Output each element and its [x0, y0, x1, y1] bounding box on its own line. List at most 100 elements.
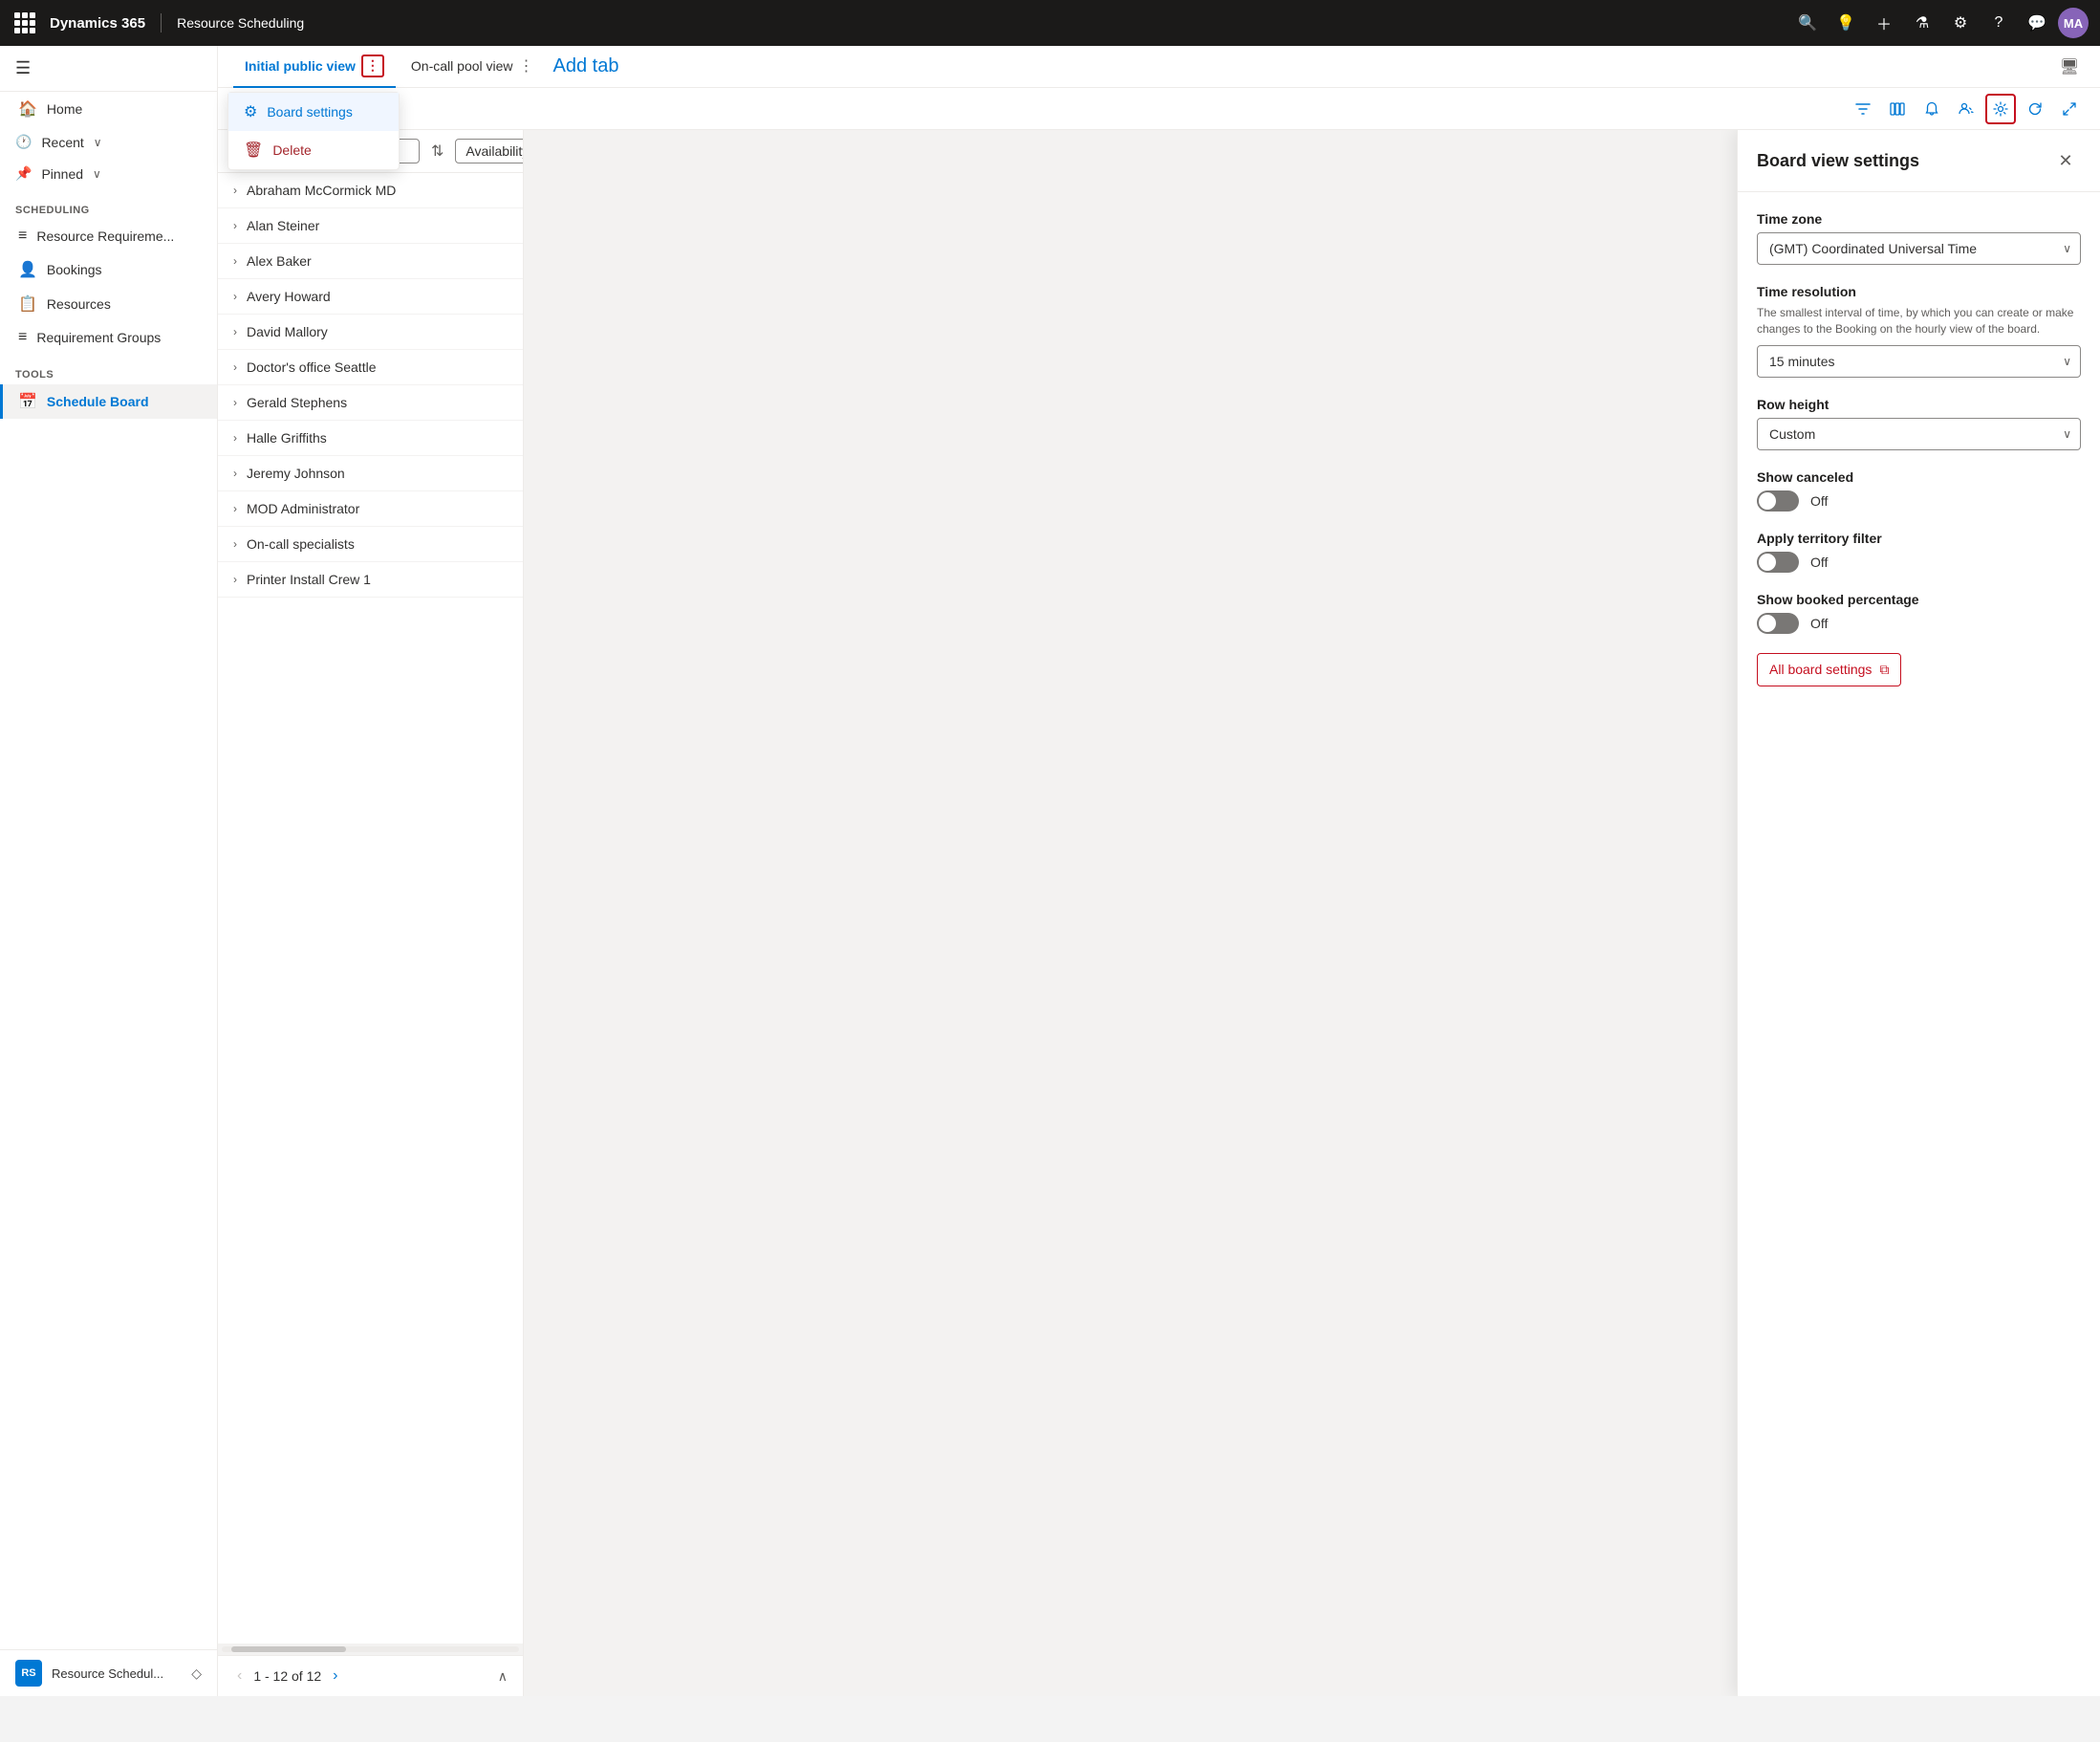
sidebar-top: ☰ [0, 46, 217, 92]
pagination-next-btn[interactable]: › [329, 1664, 341, 1688]
resource-item[interactable]: › Alan Steiner [218, 208, 523, 244]
time-resolution-select-wrapper: 5 minutes 10 minutes 15 minutes 30 minut… [1757, 345, 2081, 378]
sort-icon-btn[interactable]: ⇅ [427, 138, 447, 164]
tab-initial-public-view-label: Initial public view [245, 58, 356, 74]
tab-initial-public-view-more[interactable]: ⋮ [361, 54, 384, 77]
sidebar-item-requirement-groups[interactable]: ≡ Requirement Groups [0, 321, 217, 354]
pinned-chevron: ∨ [93, 167, 101, 181]
booked-percentage-toggle[interactable] [1757, 613, 1799, 634]
panel-close-btn[interactable]: ✕ [2050, 145, 2081, 176]
tell-me-icon-btn[interactable]: 💡 [1829, 6, 1863, 40]
schedule-board-icon: 📅 [18, 392, 37, 411]
show-canceled-toggle-label: Off [1810, 493, 1828, 509]
refresh-icon-btn[interactable] [2020, 94, 2050, 124]
territory-filter-toggle[interactable] [1757, 552, 1799, 573]
territory-filter-toggle-label: Off [1810, 555, 1828, 570]
tab-bar: Initial public view ⋮ On-call pool view … [218, 46, 2100, 88]
sidebar-footer-label: Resource Schedul... [52, 1666, 163, 1681]
resource-item[interactable]: › Jeremy Johnson [218, 456, 523, 491]
all-board-settings-button[interactable]: All board settings ⧉ [1757, 653, 1901, 686]
feedback-icon-btn[interactable]: 💬 [2020, 6, 2054, 40]
resource-item[interactable]: › Abraham McCormick MD [218, 173, 523, 208]
panel-title: Board view settings [1757, 151, 2050, 171]
add-tab-button[interactable]: Add tab [553, 55, 619, 77]
scrollbar-thumb[interactable] [231, 1646, 346, 1652]
tab-on-call-more-icon[interactable]: ⋮ [519, 56, 534, 76]
time-zone-select-wrapper: (GMT) Coordinated Universal Time (GMT-05… [1757, 232, 2081, 265]
help-icon-btn[interactable]: ? [1981, 6, 2016, 40]
resource-chevron-icon: › [233, 360, 237, 374]
resource-name: Printer Install Crew 1 [247, 572, 371, 587]
people-icon [1959, 101, 1974, 117]
dropdown-item-delete[interactable]: 🗑 Delete [228, 131, 399, 169]
columns-icon-btn[interactable] [1882, 94, 1913, 124]
time-resolution-select[interactable]: 5 minutes 10 minutes 15 minutes 30 minut… [1757, 345, 2081, 378]
filter-icon-btn[interactable] [1848, 94, 1878, 124]
quick-create-icon-btn[interactable]: ＋ [1867, 6, 1901, 40]
sidebar-toggle[interactable]: ☰ [15, 58, 31, 78]
tab-on-call-pool-view[interactable]: On-call pool view ⋮ [400, 46, 546, 88]
availability-button[interactable]: Availability ∨ [455, 139, 524, 163]
sidebar-item-recent[interactable]: 🕐 Recent ∨ [0, 126, 217, 158]
resource-name: David Mallory [247, 324, 328, 339]
sidebar-item-resource-requirements[interactable]: ≡ Resource Requireme... [0, 220, 217, 252]
resource-list-panel: ⇅ Availability ∨ › Abraham McCormick MD … [218, 130, 524, 1696]
resource-chevron-icon: › [233, 573, 237, 586]
territory-filter-toggle-row: Off [1757, 552, 2081, 573]
dropdown-item-board-settings[interactable]: ⚙ Board settings [228, 93, 399, 131]
bookings-icon: 👤 [18, 260, 37, 279]
resource-name: Alan Steiner [247, 218, 319, 233]
advanced-find-icon-btn[interactable]: ⚗ [1905, 6, 1939, 40]
resource-item[interactable]: › Gerald Stephens [218, 385, 523, 421]
pagination-info: 1 - 12 of 12 [253, 1668, 321, 1684]
sidebar-footer-pin[interactable]: ◇ [191, 1666, 202, 1682]
resource-item[interactable]: › Doctor's office Seattle [218, 350, 523, 385]
resource-req-icon: ≡ [18, 228, 27, 245]
tab-initial-public-view[interactable]: Initial public view ⋮ [233, 46, 396, 88]
booked-percentage-label: Show booked percentage [1757, 592, 2081, 607]
footer-collapse-btn[interactable]: ∧ [498, 1668, 508, 1685]
resource-item[interactable]: › Alex Baker [218, 244, 523, 279]
resource-item[interactable]: › Halle Griffiths [218, 421, 523, 456]
resource-item[interactable]: › Avery Howard [218, 279, 523, 315]
all-board-settings-label: All board settings [1769, 662, 1872, 677]
resource-item[interactable]: › On-call specialists [218, 527, 523, 562]
horizontal-scrollbar[interactable] [218, 1644, 523, 1655]
show-canceled-toggle[interactable] [1757, 490, 1799, 512]
board-settings-icon-btn[interactable] [1985, 94, 2016, 124]
sidebar-item-schedule-board[interactable]: 📅 Schedule Board [0, 384, 217, 419]
row-height-select-wrapper: Small Medium Large Custom ∨ [1757, 418, 2081, 450]
resource-chevron-icon: › [233, 290, 237, 303]
resources-icon: 📋 [18, 294, 37, 314]
time-zone-field: Time zone (GMT) Coordinated Universal Ti… [1757, 211, 2081, 265]
resources-icon-btn[interactable] [1951, 94, 1981, 124]
pinned-icon: 📌 [15, 165, 32, 182]
alerts-icon-btn[interactable] [1916, 94, 1947, 124]
sidebar-item-pinned[interactable]: 📌 Pinned ∨ [0, 158, 217, 189]
recent-chevron: ∨ [94, 136, 102, 149]
booked-percentage-toggle-label: Off [1810, 616, 1828, 631]
time-resolution-label: Time resolution [1757, 284, 2081, 299]
sidebar-footer: RS Resource Schedul... ◇ [0, 1649, 217, 1696]
sidebar-item-bookings[interactable]: 👤 Bookings [0, 252, 217, 287]
expand-icon-btn[interactable] [2054, 94, 2085, 124]
sidebar-item-home[interactable]: 🏠 Home [0, 92, 217, 126]
row-height-select[interactable]: Small Medium Large Custom [1757, 418, 2081, 450]
resource-item[interactable]: › David Mallory [218, 315, 523, 350]
resource-chevron-icon: › [233, 396, 237, 409]
user-avatar[interactable]: MA [2058, 8, 2089, 38]
waffle-menu[interactable] [11, 10, 38, 36]
resource-item[interactable]: › MOD Administrator [218, 491, 523, 527]
sidebar-item-resources[interactable]: 📋 Resources [0, 287, 217, 321]
all-board-settings-icon: ⧉ [1879, 662, 1889, 678]
refresh-icon [2027, 101, 2043, 117]
search-icon-btn[interactable]: 🔍 [1790, 6, 1825, 40]
gear-icon [1993, 101, 2008, 117]
tab-bar-screen-icon[interactable]: 🖥 [2054, 52, 2085, 82]
resource-name: Doctor's office Seattle [247, 359, 376, 375]
resource-item[interactable]: › Printer Install Crew 1 [218, 562, 523, 598]
settings-icon-btn[interactable]: ⚙ [1943, 6, 1978, 40]
time-zone-select[interactable]: (GMT) Coordinated Universal Time (GMT-05… [1757, 232, 2081, 265]
recent-icon: 🕐 [15, 134, 32, 150]
pagination-prev-btn[interactable]: ‹ [233, 1664, 246, 1688]
